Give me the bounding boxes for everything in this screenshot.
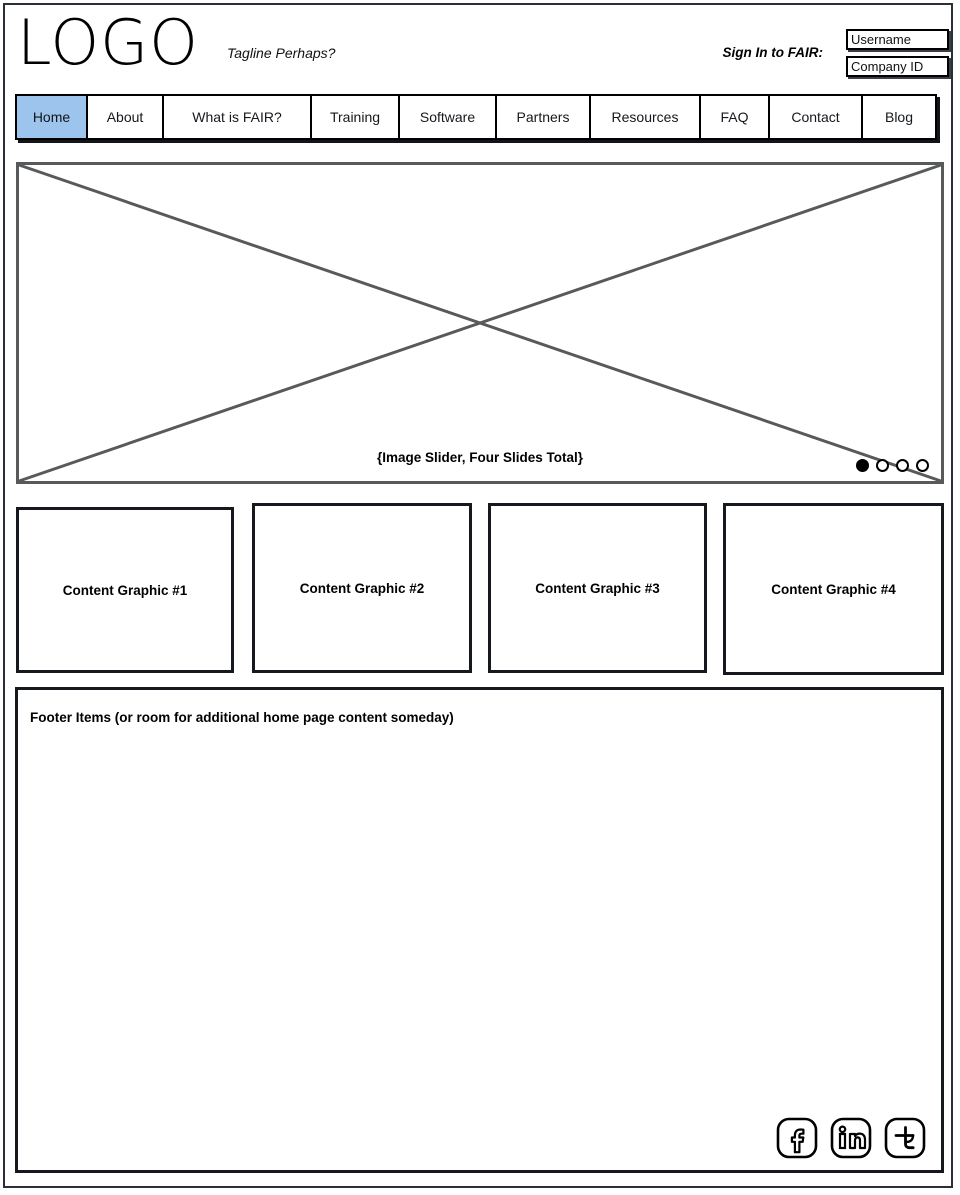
username-input[interactable] bbox=[846, 29, 949, 50]
nav-item-label: Training bbox=[329, 109, 381, 125]
slider-caption: {Image Slider, Four Slides Total} bbox=[376, 450, 584, 465]
image-slider[interactable]: {Image Slider, Four Slides Total} bbox=[16, 162, 944, 484]
logo[interactable]: LOGO bbox=[17, 12, 199, 74]
nav-item-label: Blog bbox=[884, 109, 914, 125]
content-graphic-card[interactable]: Content Graphic #3 bbox=[488, 503, 707, 673]
nav-item-software[interactable]: Software bbox=[398, 94, 497, 140]
signin-form bbox=[846, 29, 949, 77]
nav-item-partners[interactable]: Partners bbox=[495, 94, 591, 140]
content-graphic-label: Content Graphic #4 bbox=[771, 581, 896, 597]
nav-item-label: Resources bbox=[611, 109, 679, 125]
nav-item-blog[interactable]: Blog bbox=[861, 94, 937, 140]
site-header: LOGO Tagline Perhaps? Sign In to FAIR: bbox=[5, 5, 951, 89]
footer-title: Footer Items (or room for additional hom… bbox=[30, 710, 454, 725]
nav-item-label: About bbox=[106, 109, 144, 125]
twitter-icon[interactable] bbox=[883, 1116, 927, 1160]
content-graphic-label: Content Graphic #1 bbox=[62, 582, 188, 598]
tagline: Tagline Perhaps? bbox=[227, 45, 336, 61]
nav-item-what-is-fair[interactable]: What is FAIR? bbox=[162, 94, 312, 140]
nav-item-faq[interactable]: FAQ bbox=[699, 94, 770, 140]
wireframe-page: LOGO Tagline Perhaps? Sign In to FAIR: H… bbox=[0, 0, 960, 1195]
content-graphic-card[interactable]: Content Graphic #4 bbox=[723, 503, 944, 675]
slider-dot-2[interactable] bbox=[876, 459, 889, 472]
slider-dot-1[interactable] bbox=[856, 459, 869, 472]
content-graphic-label: Content Graphic #3 bbox=[535, 580, 660, 596]
linkedin-icon[interactable] bbox=[829, 1116, 873, 1160]
nav-item-label: Contact bbox=[791, 109, 840, 125]
content-graphic-label: Content Graphic #2 bbox=[299, 580, 425, 596]
nav-item-label: FAQ bbox=[720, 109, 749, 125]
nav-item-home[interactable]: Home bbox=[15, 94, 88, 140]
nav-item-label: What is FAIR? bbox=[192, 109, 282, 125]
nav-item-about[interactable]: About bbox=[86, 94, 164, 140]
main-navigation: Home About What is FAIR? Training Software Pa… bbox=[15, 94, 937, 140]
slider-dot-3[interactable] bbox=[896, 459, 909, 472]
nav-item-label: Home bbox=[32, 109, 71, 125]
content-graphic-card[interactable]: Content Graphic #2 bbox=[252, 503, 472, 673]
site-footer: Footer Items (or room for additional hom… bbox=[15, 687, 944, 1173]
nav-item-label: Software bbox=[419, 109, 476, 125]
facebook-icon[interactable] bbox=[775, 1116, 819, 1160]
nav-item-label: Partners bbox=[516, 109, 570, 125]
signin-label: Sign In to FAIR: bbox=[722, 45, 824, 60]
content-graphic-card[interactable]: Content Graphic #1 bbox=[16, 507, 234, 673]
slider-pagination bbox=[856, 459, 929, 472]
nav-item-training[interactable]: Training bbox=[310, 94, 400, 140]
slider-dot-4[interactable] bbox=[916, 459, 929, 472]
company-id-input[interactable] bbox=[846, 56, 949, 77]
nav-item-resources[interactable]: Resources bbox=[589, 94, 701, 140]
nav-item-contact[interactable]: Contact bbox=[768, 94, 863, 140]
social-links bbox=[775, 1116, 927, 1160]
placeholder-cross-icon bbox=[19, 165, 941, 481]
